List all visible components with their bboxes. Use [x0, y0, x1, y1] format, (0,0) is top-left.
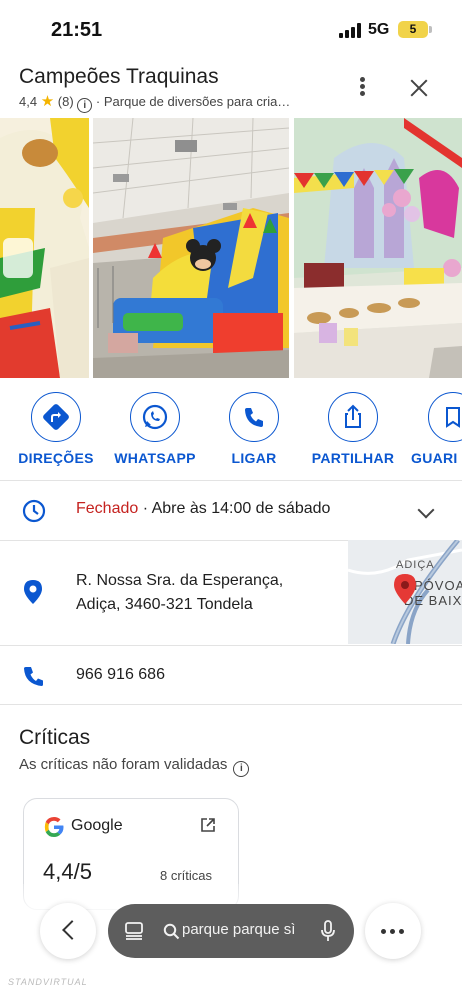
whatsapp-button[interactable]: WHATSAPP	[110, 392, 200, 466]
photo-carousel[interactable]	[0, 118, 462, 378]
network-type: 5G	[368, 21, 390, 38]
info-icon[interactable]: i	[233, 761, 250, 777]
place-title: Campeões Traquinas	[19, 65, 219, 88]
divider	[0, 480, 462, 481]
more-options-button[interactable]	[351, 72, 375, 102]
call-button[interactable]: LIGAR	[220, 392, 288, 466]
save-label: GUARI	[411, 450, 458, 466]
action-buttons: DIREÇÕES WHATSAPP LIGAR PARTILHAR GUARI	[0, 392, 462, 472]
share-label: PARTILHAR	[311, 450, 395, 466]
party-table-photo[interactable]	[294, 118, 462, 378]
phone-row[interactable]: 966 916 686	[0, 666, 462, 690]
map-thumbnail[interactable]: ADIÇA PÓVOA DE BAIX	[348, 540, 462, 644]
status-bar: 21:51 5G 5	[0, 0, 462, 60]
place-header: Campeões Traquinas 4,4 ★ (8) i · Parque …	[0, 60, 462, 118]
separator-dot: ·	[95, 94, 104, 109]
rating-value: 4,4	[19, 94, 38, 109]
review-source-name: Google	[71, 817, 123, 834]
hours-separator: ·	[138, 500, 152, 517]
back-button[interactable]	[40, 903, 96, 959]
map-label-adica: ADIÇA	[396, 559, 435, 571]
directions-label: DIREÇÕES	[18, 450, 94, 466]
clock-icon	[22, 499, 46, 523]
location-pin-icon	[24, 580, 42, 604]
microphone-icon[interactable]	[320, 920, 336, 942]
signal-icon	[339, 23, 363, 38]
whatsapp-icon	[130, 392, 180, 442]
phone-number: 966 916 686	[76, 666, 165, 683]
bookmark-icon	[428, 392, 462, 442]
search-bar[interactable]: parque parque sì	[108, 904, 354, 958]
more-menu-button[interactable]	[365, 903, 421, 959]
tabs-icon[interactable]	[124, 921, 144, 941]
divider	[0, 645, 462, 646]
map-label-povoa: PÓVOA	[414, 578, 462, 593]
divider	[0, 704, 462, 705]
bottom-bar: parque parque sì	[0, 903, 462, 961]
directions-icon	[31, 392, 81, 442]
reviews-title: Críticas	[19, 726, 91, 749]
battery-tip	[429, 26, 432, 33]
search-query: parque parque sì	[182, 921, 296, 938]
save-button[interactable]: GUARI	[410, 392, 462, 466]
address-row[interactable]: R. Nossa Sra. da Esperança, Adiça, 3460-…	[0, 540, 462, 644]
bouncy-castle-photo[interactable]	[93, 118, 289, 378]
chevron-down-icon[interactable]	[417, 501, 435, 519]
phone-icon	[229, 392, 279, 442]
reviews-subtitle: As críticas não foram validadas i	[19, 756, 250, 777]
battery-icon: 5	[398, 21, 428, 38]
address-text: R. Nossa Sra. da Esperança, Adiça, 3460-…	[76, 569, 283, 617]
review-score: 4,4/5	[43, 859, 92, 884]
rating-line[interactable]: 4,4 ★ (8) i · Parque de diversões para c…	[19, 92, 290, 113]
review-count-text: 8 críticas	[160, 868, 213, 883]
share-icon	[328, 392, 378, 442]
reviews-subtitle-text: As críticas não foram validadas	[19, 756, 228, 773]
close-icon[interactable]	[404, 73, 434, 103]
search-icon	[163, 923, 180, 940]
hours-detail: Abre às 14:00 de sábado	[151, 500, 331, 517]
inflatable-photo[interactable]	[0, 118, 89, 378]
share-button[interactable]: PARTILHAR	[308, 392, 398, 466]
external-link-icon[interactable]	[201, 818, 215, 832]
place-category: Parque de diversões para cria…	[103, 94, 291, 109]
hours-status: Fechado	[76, 500, 139, 517]
watermark: STANDVIRTUAL	[8, 977, 88, 987]
status-time: 21:51	[51, 19, 103, 41]
directions-button[interactable]: DIREÇÕES	[15, 392, 97, 466]
whatsapp-label: WHATSAPP	[114, 450, 196, 466]
address-line-1: R. Nossa Sra. da Esperança,	[76, 572, 284, 589]
hours-row[interactable]: Fechado · Abre às 14:00 de sábado	[0, 499, 462, 524]
star-icon: ★	[40, 93, 55, 110]
google-logo-icon	[44, 817, 64, 837]
address-line-2: Adiça, 3460-321 Tondela	[76, 596, 253, 613]
review-count: (8)	[57, 94, 74, 109]
hours-text: Fechado · Abre às 14:00 de sábado	[76, 500, 330, 518]
info-icon[interactable]: i	[77, 98, 93, 113]
call-label: LIGAR	[231, 450, 277, 466]
map-label-baixo: DE BAIX	[404, 593, 462, 608]
phone-icon	[24, 667, 43, 686]
